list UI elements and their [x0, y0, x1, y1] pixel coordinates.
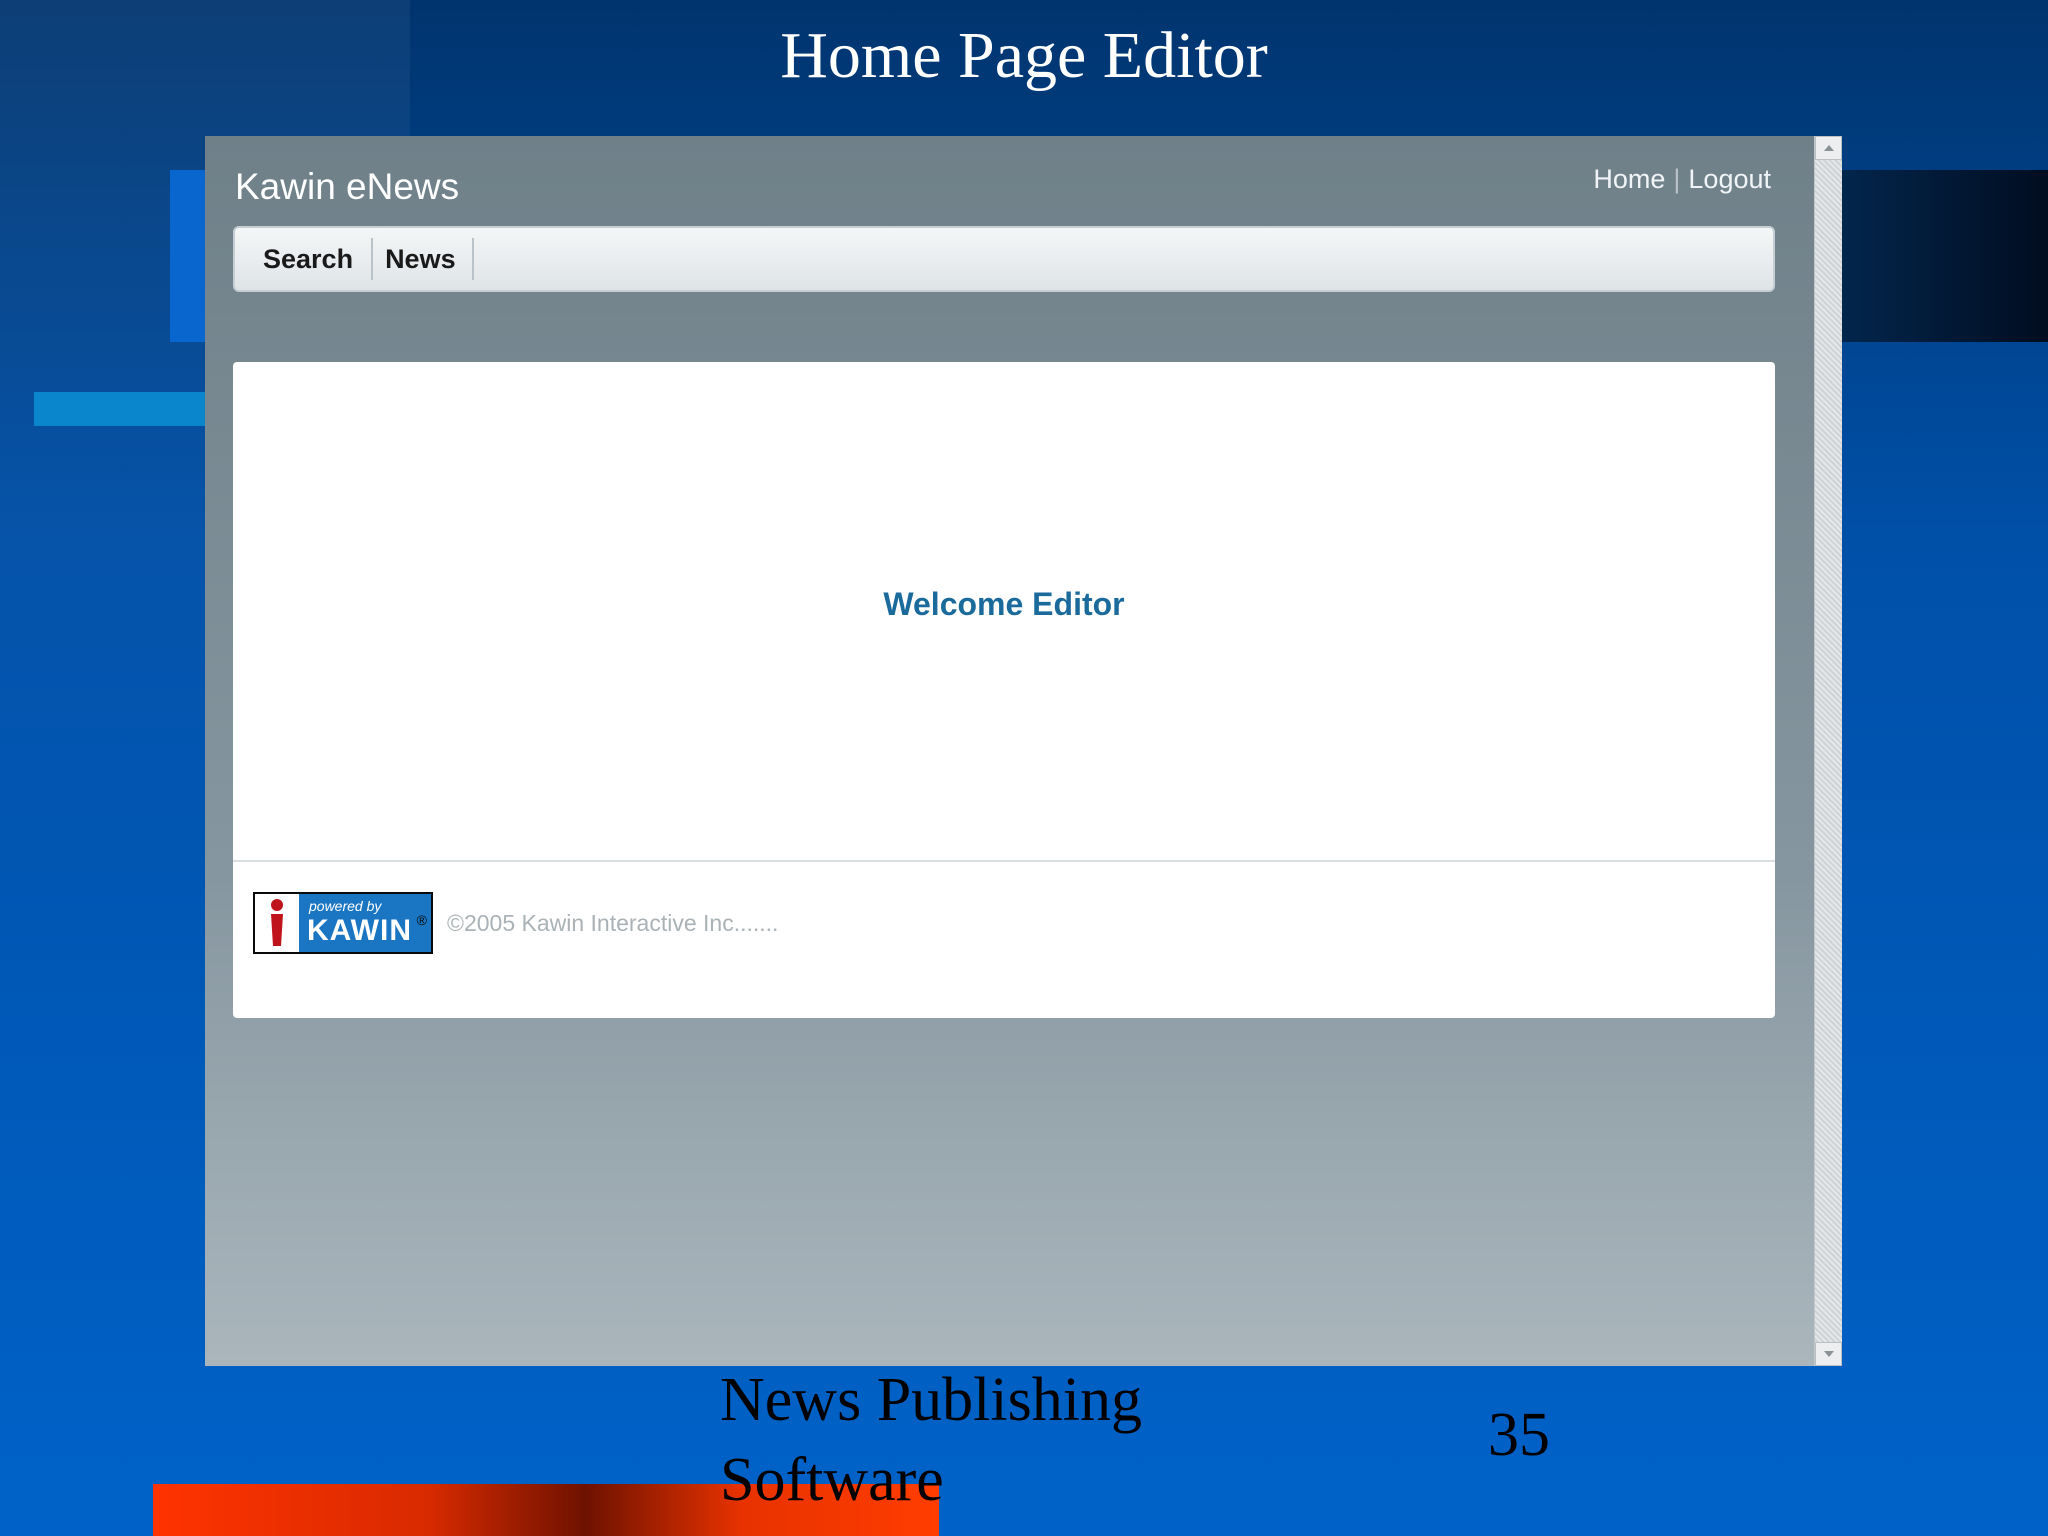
copyright-text: ©2005 Kawin Interactive Inc.......: [447, 910, 779, 936]
page-number: 35: [1488, 1401, 1550, 1469]
slide-footer: News Publishing Software: [720, 1360, 1142, 1520]
arrow-up-icon[interactable]: [1815, 136, 1842, 160]
badge-name: KAWIN: [307, 914, 412, 947]
web-page: Kawin eNews Home | Logout Search News Welc…: [205, 136, 1815, 1366]
badge-powered-text: powered by: [309, 898, 382, 914]
footer-line-1: News Publishing: [720, 1366, 1142, 1434]
slide-title: Home Page Editor: [780, 19, 1268, 92]
arrow-down-icon[interactable]: [1815, 1342, 1842, 1366]
top-links: Home | Logout: [1593, 164, 1771, 195]
link-separator: |: [1673, 164, 1681, 194]
welcome-message: Welcome Editor: [883, 586, 1125, 622]
registered-mark: ®: [416, 912, 427, 928]
footer-divider: [233, 860, 1775, 862]
kawin-i-logo-icon: [255, 894, 299, 952]
logout-link[interactable]: Logout: [1688, 164, 1771, 194]
decorative-dark-block: [1830, 170, 2048, 342]
content-card: Welcome Editor powered by KAWIN ® ©2005 …: [233, 362, 1775, 1018]
powered-by-kawin-badge[interactable]: powered by KAWIN ®: [253, 892, 433, 954]
footer-line-2: Software: [720, 1446, 944, 1514]
nav-item-search[interactable]: Search: [235, 238, 374, 280]
nav-item-news[interactable]: News: [373, 238, 474, 280]
main-nav: Search News: [233, 226, 1775, 292]
home-link[interactable]: Home: [1593, 164, 1665, 194]
decorative-stripe: [34, 392, 214, 426]
browser-window: Kawin eNews Home | Logout Search News Welc…: [205, 136, 1842, 1366]
vertical-scrollbar[interactable]: [1814, 136, 1842, 1366]
site-brand: Kawin eNews: [235, 166, 460, 207]
